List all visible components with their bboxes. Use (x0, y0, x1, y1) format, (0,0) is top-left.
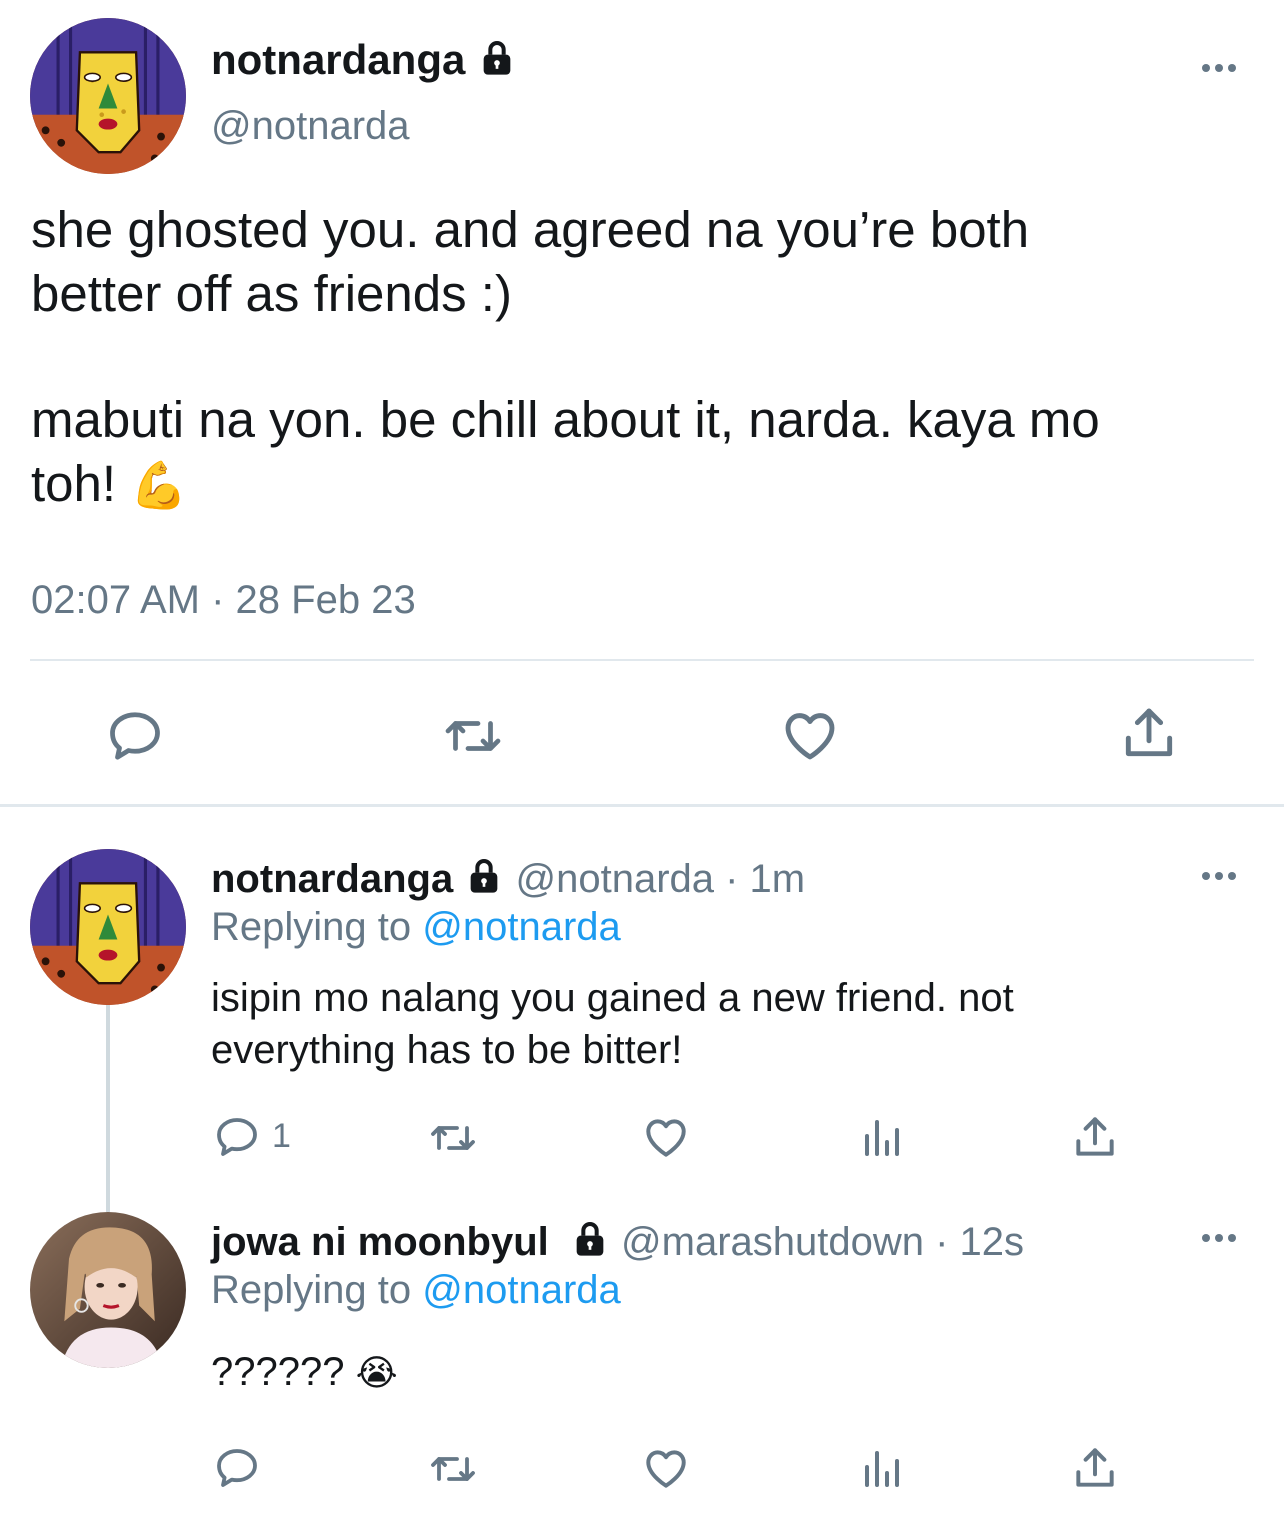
lock-icon (477, 38, 517, 88)
more-icon[interactable] (1202, 1234, 1236, 1242)
reply1-replying-to: Replying to @notnarda (211, 905, 621, 949)
reply2-avatar[interactable] (30, 1212, 186, 1368)
more-icon[interactable] (1202, 872, 1236, 880)
retweet-icon[interactable] (424, 1114, 482, 1162)
tweet-text-line: better off as friends :) (31, 265, 512, 322)
reply-icon[interactable] (212, 1444, 262, 1492)
main-avatar[interactable] (30, 18, 186, 174)
analytics-icon[interactable] (856, 1114, 906, 1162)
reply-text-line: isipin mo nalang you gained a new friend… (211, 976, 1014, 1020)
thread-line (106, 1004, 110, 1212)
tweet-timestamp[interactable]: 02:07 AM · 28 Feb 23 (31, 578, 416, 623)
reply-icon[interactable] (104, 706, 166, 766)
divider (30, 659, 1254, 661)
main-handle[interactable]: @notnarda (211, 104, 410, 149)
reply1-header: notnardanga @notnarda · 1m (211, 856, 805, 906)
reply2-handle-time[interactable]: @marashutdown · 12s (621, 1220, 1024, 1264)
tweet-text-line: she ghosted you. and agreed na you’re bo… (31, 201, 1030, 258)
lock-icon (570, 1219, 610, 1269)
retweet-icon[interactable] (424, 1445, 482, 1493)
share-icon[interactable] (1070, 1112, 1120, 1162)
tweet-text-line: toh! (31, 455, 117, 512)
heart-icon[interactable] (778, 704, 842, 766)
more-icon[interactable] (1202, 64, 1236, 72)
replying-to-link[interactable]: @notnarda (422, 905, 621, 949)
reply2-replying-to: Replying to @notnarda (211, 1268, 621, 1312)
share-icon[interactable] (1070, 1443, 1120, 1493)
main-tweet-text: she ghosted you. and agreed na you’re bo… (31, 198, 1261, 517)
reply2-header: jowa ni moonbyul @marashutdown · 12s (211, 1219, 1024, 1269)
main-display-name[interactable]: notnardanga (211, 36, 517, 88)
heart-icon[interactable] (640, 1112, 692, 1162)
section-divider (0, 804, 1284, 807)
reply1-display-name[interactable]: notnardanga (211, 857, 453, 901)
heart-icon[interactable] (640, 1443, 692, 1493)
reply1-handle-time[interactable]: @notnarda · 1m (515, 857, 805, 901)
reply2-display-name[interactable]: jowa ni moonbyul (211, 1220, 549, 1264)
loudly-crying-emoji: 😭 (355, 1352, 398, 1393)
reply-icon[interactable] (212, 1113, 262, 1161)
reply2-text: ?????? 😭 (211, 1350, 398, 1394)
retweet-icon[interactable] (440, 706, 506, 766)
analytics-icon[interactable] (856, 1445, 906, 1493)
lock-icon (464, 856, 504, 906)
replying-to-link[interactable]: @notnarda (422, 1268, 621, 1312)
reply-count: 1 (272, 1117, 291, 1155)
flexed-biceps-emoji: 💪 (130, 459, 188, 511)
reply1-text: isipin mo nalang you gained a new friend… (211, 972, 1014, 1076)
reply-text-line: everything has to be bitter! (211, 1028, 683, 1072)
reply1-avatar[interactable] (30, 849, 186, 1005)
tweet-text-line: mabuti na yon. be chill about it, narda.… (31, 391, 1100, 448)
share-icon[interactable] (1118, 702, 1180, 764)
